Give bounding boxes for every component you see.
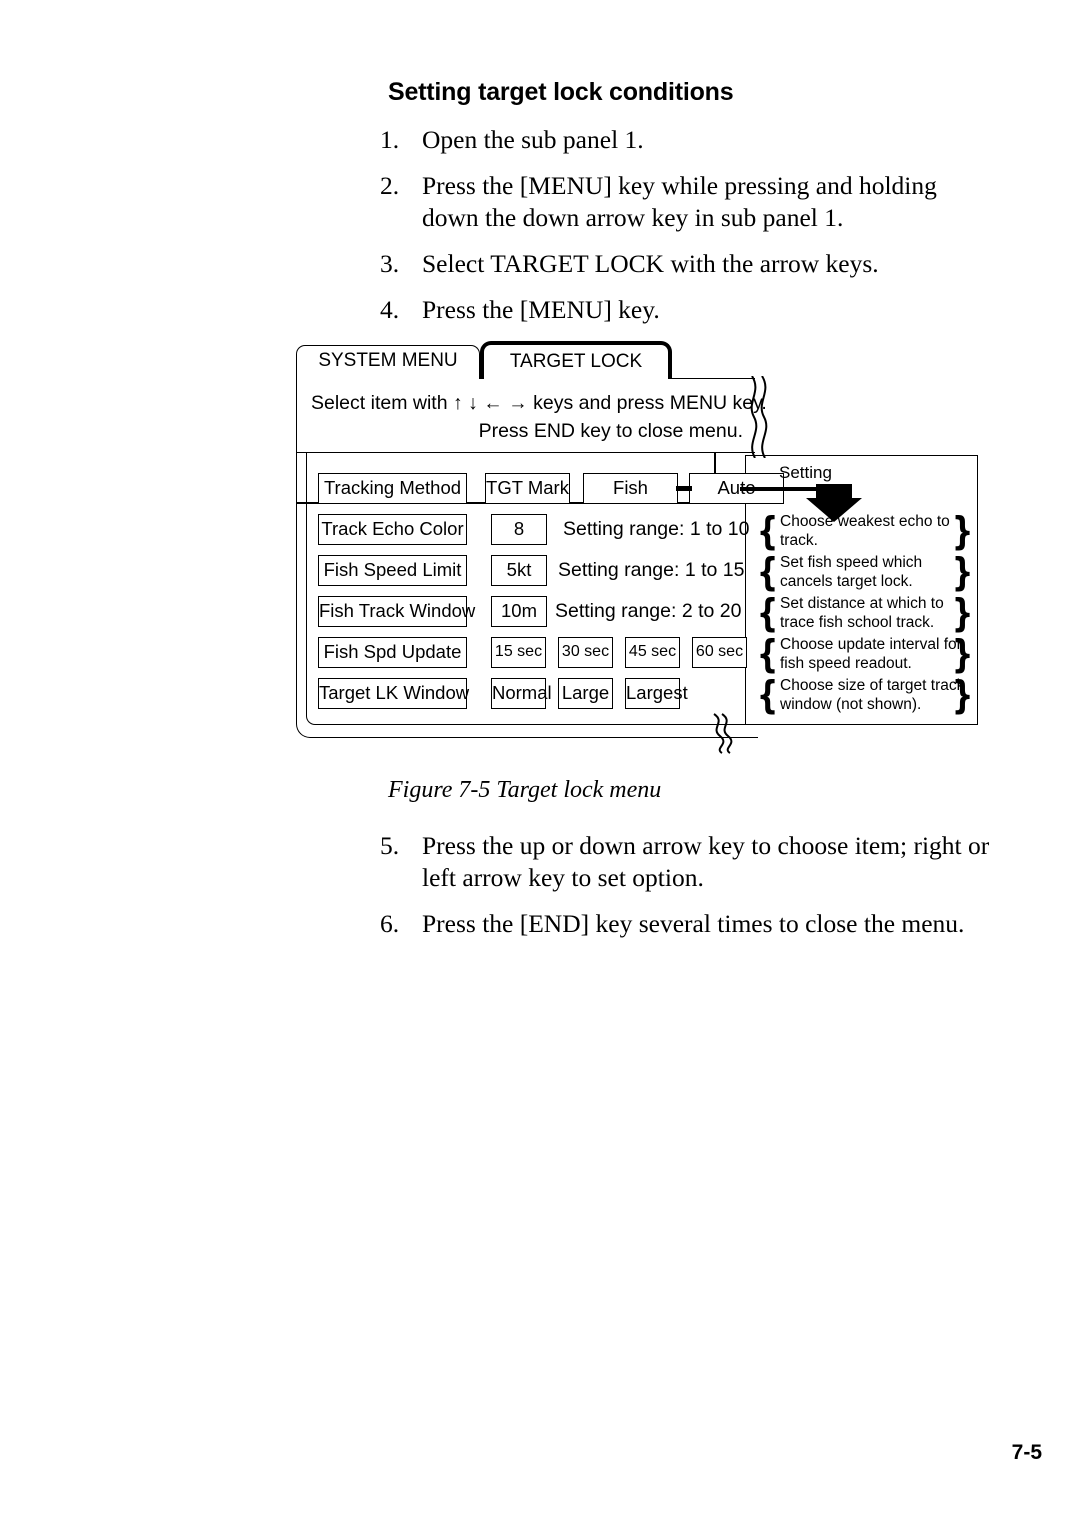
figure-caption: Figure 7-5 Target lock menu — [388, 777, 662, 803]
list-item: 5. Press the up or down arrow key to cho… — [380, 830, 990, 894]
option-30-sec[interactable]: 30 sec — [558, 637, 613, 668]
annotation-fish-track-window: { Set distance at which to trace fish sc… — [752, 591, 978, 636]
break-mark-vertical-icon — [750, 376, 768, 458]
brace-left-icon: { — [756, 673, 779, 717]
menu-row-label: Fish Track Window — [318, 596, 475, 627]
annotation-text: Set distance at which to trace fish scho… — [780, 595, 944, 631]
step-text: Select TARGET LOCK with the arrow keys. — [422, 248, 879, 278]
step-number: 3. — [380, 248, 400, 278]
menu-row-label: Track Echo Color — [318, 514, 467, 545]
tab-system-menu-label: SYSTEM MENU — [318, 350, 458, 371]
menu-header-band: Select item with ↑ ↓ ← → keys and press … — [296, 378, 767, 453]
annotation-text: Choose size of target track window (not … — [780, 677, 965, 713]
page-number: 7-5 — [1011, 1441, 1042, 1464]
steps-list-top: 1. Open the sub panel 1. 2. Press the [M… — [380, 124, 990, 339]
brace-right-icon: } — [951, 550, 974, 594]
step-text: Press the [MENU] key while pressing and … — [422, 170, 937, 232]
menu-row-label: Tracking Method — [318, 473, 467, 504]
annotation-track-echo-color: { Choose weakest echo to track. } — [752, 509, 978, 554]
range-hint-track-echo-color: Setting range: 1 to 10 — [563, 518, 750, 540]
tab-target-lock-label: TARGET LOCK — [509, 351, 643, 372]
value-track-echo-color[interactable]: 8 — [491, 514, 547, 545]
menu-instruction-line-1: Select item with ↑ ↓ ← → keys and press … — [311, 392, 767, 414]
list-item: 4. Press the [MENU] key. — [380, 294, 990, 326]
list-item: 6. Press the [END] key several times to … — [380, 908, 990, 940]
brace-right-icon: } — [951, 673, 974, 717]
list-item: 3. Select TARGET LOCK with the arrow key… — [380, 248, 990, 280]
list-item: 2. Press the [MENU] key while pressing a… — [380, 170, 990, 234]
brace-right-icon: } — [951, 591, 974, 635]
break-mark-horizontal-icon — [713, 713, 733, 754]
setting-column-label: Setting — [779, 463, 832, 482]
value-fish-track-window[interactable]: 10m — [491, 596, 547, 627]
option-tgt-mark[interactable]: TGT Mark — [485, 473, 570, 504]
annotation-text: Choose update interval for fish speed re… — [780, 636, 962, 672]
brace-left-icon: { — [756, 509, 779, 553]
step-number: 2. — [380, 170, 400, 200]
step-text: Open the sub panel 1. — [422, 125, 644, 154]
menu-row-label: Fish Spd Update — [318, 637, 467, 668]
tab-system-menu[interactable]: SYSTEM MENU — [296, 345, 480, 379]
option-normal[interactable]: Normal — [491, 678, 552, 709]
option-fish[interactable]: Fish — [583, 473, 678, 504]
option-60-sec[interactable]: 60 sec — [692, 637, 747, 668]
menu-row-label: Target LK Window — [318, 678, 469, 709]
step-text: Press the [END] key several times to clo… — [422, 908, 965, 938]
steps-list-bottom: 5. Press the up or down arrow key to cho… — [380, 830, 990, 954]
option-largest[interactable]: Largest — [625, 678, 688, 709]
step-text: Press the [MENU] key. — [422, 294, 660, 324]
step-number: 6. — [380, 908, 400, 938]
range-hint-fish-speed-limit: Setting range: 1 to 15 — [558, 559, 745, 581]
menu-row-label: Fish Speed Limit — [318, 555, 467, 586]
brace-right-icon: } — [951, 509, 974, 553]
brace-left-icon: { — [756, 591, 779, 635]
annotation-fish-speed-limit: { Set fish speed which cancels target lo… — [752, 550, 978, 595]
page-title: Setting target lock conditions — [388, 78, 734, 106]
brace-left-icon: { — [756, 550, 779, 594]
tab-target-lock[interactable]: TARGET LOCK — [480, 341, 672, 379]
option-15-sec[interactable]: 15 sec — [491, 637, 546, 668]
range-hint-fish-track-window: Setting range: 2 to 20 — [555, 600, 742, 622]
option-45-sec[interactable]: 45 sec — [625, 637, 680, 668]
annotation-target-lk-window: { Choose size of target track window (no… — [752, 673, 978, 718]
step-number: 4. — [380, 294, 400, 324]
step-number: 5. — [380, 831, 400, 860]
menu-instruction-line-2: Press END key to close menu. — [478, 420, 743, 442]
annotation-text: Set fish speed which cancels target lock… — [780, 554, 923, 590]
brace-left-icon: { — [756, 632, 779, 676]
step-number: 1. — [380, 125, 400, 154]
option-large[interactable]: Large — [558, 678, 613, 709]
value-fish-speed-limit[interactable]: 5kt — [491, 555, 547, 586]
step-text: Press the up or down arrow key to choose… — [422, 831, 990, 892]
brace-right-icon: } — [951, 632, 974, 676]
down-arrow-icon — [806, 484, 862, 522]
list-item: 1. Open the sub panel 1. — [380, 124, 990, 156]
annotation-fish-spd-update: { Choose update interval for fish speed … — [752, 632, 978, 677]
option-connector — [676, 486, 692, 491]
